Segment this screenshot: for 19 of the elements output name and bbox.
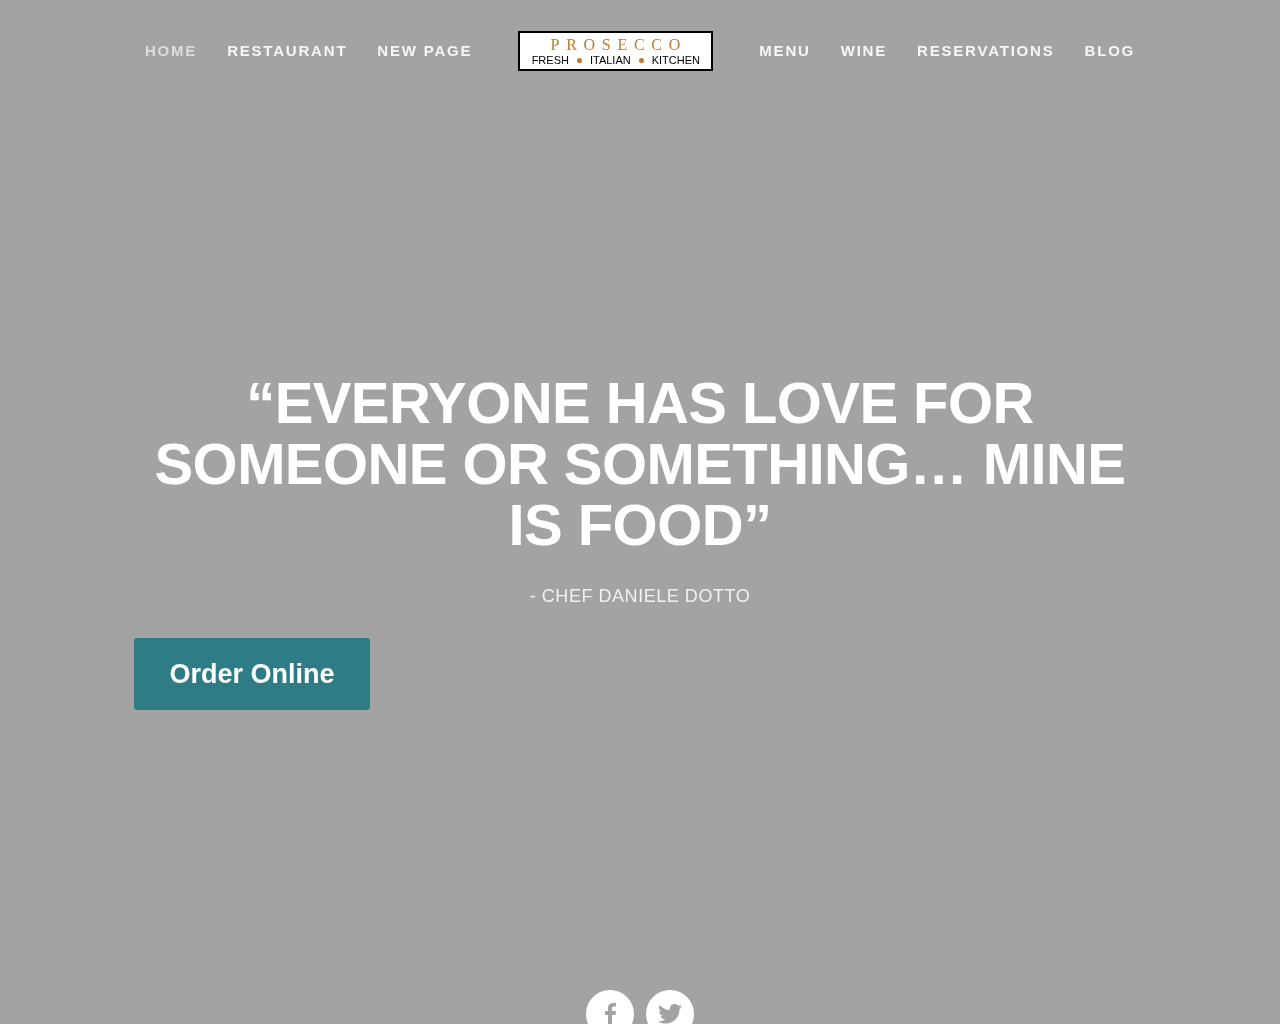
- order-online-button[interactable]: Order Online: [134, 638, 370, 710]
- logo-tagline: FRESH: [531, 54, 569, 66]
- facebook-link[interactable]: [586, 990, 634, 1024]
- nav-link[interactable]: RESERVATIONS: [917, 39, 1055, 63]
- twitter-link[interactable]: [646, 990, 694, 1024]
- quote-heading: “EVERYONE HAS LOVE FOR SOMEONE OR SOMETHING… MINE IS FOOD”: [153, 372, 1127, 555]
- nav-link[interactable]: BLOG: [1084, 39, 1136, 63]
- quote-attribution: - CHEF DANIELE DOTTO: [529, 585, 751, 608]
- logo[interactable]: PROSECCO FRESH ITALIAN KITCHEN: [518, 31, 714, 71]
- nav-link[interactable]: NEW PAGE: [377, 39, 473, 63]
- nav-link[interactable]: MENU: [759, 39, 811, 63]
- nav-link[interactable]: RESTAURANT: [227, 39, 348, 63]
- nav-link[interactable]: WINE: [840, 39, 888, 63]
- nav-link[interactable]: HOME: [144, 39, 198, 63]
- logo-tagline: ITALIAN: [589, 54, 631, 66]
- twitter-icon: [658, 1004, 682, 1024]
- logo-tagline: KITCHEN: [651, 54, 700, 66]
- logo-title: PROSECCO: [549, 36, 688, 53]
- facebook-icon: [603, 1002, 617, 1024]
